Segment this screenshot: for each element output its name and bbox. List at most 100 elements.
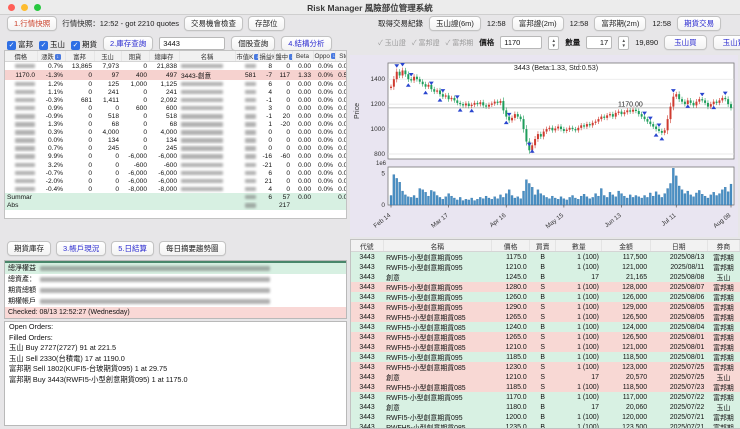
structure-analysis-button[interactable]: 4.結構分析 [281, 35, 332, 51]
sort-icon[interactable]: ↓ [330, 52, 334, 59]
trade-row[interactable]: 3443 RWFH5-小型創意期貨085 1265.0 S 1 (100) 126,500… [351, 312, 740, 322]
esun-sell-button[interactable]: 玉山賣 [712, 35, 740, 50]
trade-row[interactable]: 3443 RWFI5-小型創意期貨095 1170.0 B 1 (100) 117,000… [351, 392, 740, 402]
trade-col-header[interactable]: 金額 [601, 240, 651, 252]
fubon-fut-check[interactable]: ✓ 富邦期 [445, 38, 473, 48]
fubon-fut-fetch-button[interactable]: 富邦期(2m) [594, 16, 647, 31]
price-volume-chart[interactable]: 800 1000 1200 1400 1170.00 Price 3443 (Beta:1.… [350, 55, 738, 237]
trade-row[interactable]: 3443 RWFI5-小型創意期貨095 1260.0 B 1 (100) 126,000… [351, 292, 740, 302]
trade-row[interactable]: 3443 RWFI5-小型創意期貨095 1290.0 S 1 (100) 129,000… [351, 302, 740, 312]
futures-inventory-button[interactable]: 期貨庫存 [7, 241, 51, 256]
futures-trade-button[interactable]: 期貨交易 [677, 16, 722, 31]
quote-row[interactable]: -0.9% 0 518 0 518 -1 20 0.00 0.0% 0.00 [5, 112, 346, 120]
quote-row[interactable]: 1.3% 0 68 0 68 1 -20 0.00 0.0% 0.00 [5, 121, 347, 129]
quote-col-header[interactable]: Std [335, 51, 346, 62]
symbol-input[interactable] [159, 36, 226, 50]
quote-cell [65, 193, 94, 202]
fubon-sec-check[interactable]: ✓ 富邦證 [412, 38, 440, 48]
quote-row[interactable]: 0.3% 0 4,000 0 4,000 0 0 0.00 0.0% 0.00 [5, 129, 346, 137]
stock-query-button[interactable]: 個股查詢 [231, 35, 276, 51]
esun-sec-check[interactable]: ✓ 玉山證 [378, 38, 406, 48]
trade-col-header[interactable]: 價格 [491, 240, 531, 252]
trade-row[interactable]: 3443 RWFH5-小型創意期貨085 1235.0 B 1 (100) 123,500… [351, 422, 740, 428]
trade-cell: 1 (100) [555, 422, 602, 428]
quote-cell: 68 [111, 121, 119, 129]
trade-col-header[interactable]: 日期 [650, 240, 708, 252]
save-position-button[interactable]: 存部位 [248, 16, 285, 31]
trade-cell: 1235.0 [491, 422, 530, 428]
esun-sec-fetch-button[interactable]: 玉山證(6m) [429, 16, 481, 31]
quote-row[interactable]: -2.0% 0 0 -6,000 -6,000 21 0 0.00 0.0% 0.00 [5, 177, 346, 185]
trade-col-header[interactable]: 數量 [555, 240, 603, 252]
quote-cell: 0.0% [47, 137, 63, 145]
quote-snapshot-button[interactable]: 1.行情快照 [7, 16, 58, 31]
quote-row[interactable]: 3.2% 0 0 -600 -600 -21 0 0.00 0.0% 0.00 [5, 161, 346, 169]
quote-cell: -0.4% [45, 185, 63, 193]
quote-row[interactable]: 0.7% 0 245 0 245 0 0 0.00 0.0% 0.00 [5, 145, 346, 153]
quote-row[interactable]: 1.2% 0 125 1,000 1,125 6 0 0.00 0.0% 0.00 [5, 80, 346, 88]
trade-cell: 1210.0 [491, 372, 530, 382]
quote-col-header[interactable]: 市值K↓ [235, 51, 259, 62]
daily-settlement-button[interactable]: 5.日結算 [111, 241, 155, 256]
quote-row[interactable]: 9.9% 0 0 -6,000 -6,000 -16 -60 0.00 0.0% 0.00 [5, 153, 346, 161]
quote-col-header[interactable]: 富邦 [65, 51, 95, 62]
quote-col-header[interactable]: Beta [292, 51, 314, 62]
quote-col-header[interactable]: 總庫存 [149, 51, 180, 62]
trade-col-header[interactable]: 名稱 [383, 240, 493, 252]
quantity-input[interactable] [586, 36, 613, 49]
trade-row[interactable]: 3443 RWFH5-小型創意期貨085 1240.0 B 1 (100) 124,000… [351, 322, 740, 332]
trade-cell: 3443 [351, 422, 384, 428]
order-amount: 19,890 [635, 38, 659, 47]
quote-row[interactable]: -0.3% 681 1,411 0 2,092 -1 0 0.00 0.0% 0.00 [5, 96, 346, 104]
trade-row[interactable]: 3443 RWFI5-小型創意期貨095 1210.0 B 1 (100) 121,000… [351, 262, 740, 272]
price-input[interactable] [500, 36, 543, 49]
trade-col-header[interactable]: 代號 [351, 240, 384, 252]
trade-opportunity-button[interactable]: 交易機會檢查 [184, 16, 243, 31]
trade-cell: 富邦期 [707, 312, 740, 322]
quote-row[interactable]: 0.7% 13,865 7,973 0 21,838 8 0 0.00 0.0% 0.00 [5, 62, 346, 71]
quote-row[interactable]: -0.4% 0 0 -8,000 -8,000 4 0 0.00 0.0% 0.00 [5, 185, 346, 193]
quote-row[interactable]: 0.9% 0 0 600 600 3 0 0.00 0.0% 0.00 [5, 104, 346, 112]
quote-col-header[interactable]: 名稱 [179, 51, 236, 62]
sort-icon[interactable]: ↓ [254, 53, 257, 60]
trade-row[interactable]: 3443 創意 1245.0 B 17 21,165 2025/08/08 玉山 [351, 272, 740, 282]
sort-icon[interactable]: ↓ [54, 53, 61, 60]
trade-row[interactable]: 3443 創意 1210.0 S 17 20,570 2025/07/25 玉山 [351, 372, 740, 382]
trade-row[interactable]: 3443 RWFH5-小型創意期貨085 1210.0 S 1 (100) 121,000… [351, 342, 740, 352]
trade-row[interactable]: 3443 RWFH5-小型創意期貨085 1265.0 S 1 (100) 126,500… [351, 332, 740, 342]
trade-col-header[interactable]: 買賣 [529, 240, 557, 252]
trade-row[interactable]: 3443 RWFI5-小型創意期貨095 1280.0 S 1 (100) 128,000… [351, 282, 740, 292]
trade-cell: RWFI5-小型創意期貨095 [383, 302, 492, 312]
quote-col-header[interactable]: Oppo ↓ [313, 51, 336, 62]
quote-row[interactable]: 1.1% 0 241 0 241 4 0 0.00 0.0% 0.00 [5, 88, 346, 96]
quote-col-header[interactable]: 漲跌 ↓ [37, 51, 66, 62]
quote-col-header[interactable]: 價格 [5, 51, 38, 62]
inventory-query-button[interactable]: 2.庫存查詢 [103, 35, 154, 51]
quote-cell: 0.00 [338, 121, 347, 129]
trade-row[interactable]: 3443 RWFH5-小型創意期貨085 1230.0 S 1 (100) 123,000… [351, 362, 740, 372]
trade-col-header[interactable]: 券商 [707, 240, 740, 252]
trade-row[interactable]: 3443 RWFI5-小型創意期貨095 1185.0 B 1 (100) 118,500… [351, 352, 740, 362]
quote-col-header[interactable]: 玉山 [94, 51, 122, 62]
trade-row[interactable]: 3443 創意 1180.0 B 17 20,060 2025/07/22 玉山 [351, 402, 740, 412]
trade-row[interactable]: 3443 RWFI5-小型創意期貨095 1200.0 B 1 (100) 120,000… [351, 412, 740, 422]
quote-cell: 681 [80, 96, 92, 104]
esun-buy-button[interactable]: 玉山買 [664, 35, 707, 50]
quote-row[interactable]: 1170.0 -1.3% 0 97 400 497 3443-創意 581 -7 117 1.33 0… [5, 70, 346, 81]
trade-row[interactable]: 3443 RWFH5-小型創意期貨085 1185.0 S 1 (100) 118,500… [351, 382, 740, 392]
quote-col-header[interactable]: 盤中↓ [274, 51, 293, 62]
daily-trend-button[interactable]: 每日摘要趨勢圖 [159, 241, 226, 256]
redacted-value [40, 276, 270, 282]
trade-row[interactable]: 3443 RWFI5-小型創意期貨095 1175.0 B 1 (100) 117,500… [351, 251, 740, 262]
fubon-sec-fetch-button[interactable]: 富邦證(2m) [511, 16, 564, 31]
redacted-value [40, 298, 270, 304]
quote-row[interactable]: 0.0% 0 134 0 134 0 0 0.00 0.0% 0.00 [5, 137, 346, 145]
price-stepper[interactable]: ▲ ▼ [548, 35, 560, 50]
quantity-stepper[interactable]: ▲ ▼ [618, 35, 630, 50]
account-status-button[interactable]: 3.帳戶現況 [56, 241, 107, 256]
quote-row[interactable]: -0.7% 0 0 -6,000 -6,000 6 0 0.00 0.0% 0.00 [5, 169, 346, 177]
redacted-value [244, 170, 256, 176]
quote-col-header[interactable]: 損益K [258, 51, 275, 62]
trade-cell: 2025/08/13 [650, 251, 708, 262]
quote-col-header[interactable]: 期貨 [121, 51, 150, 62]
